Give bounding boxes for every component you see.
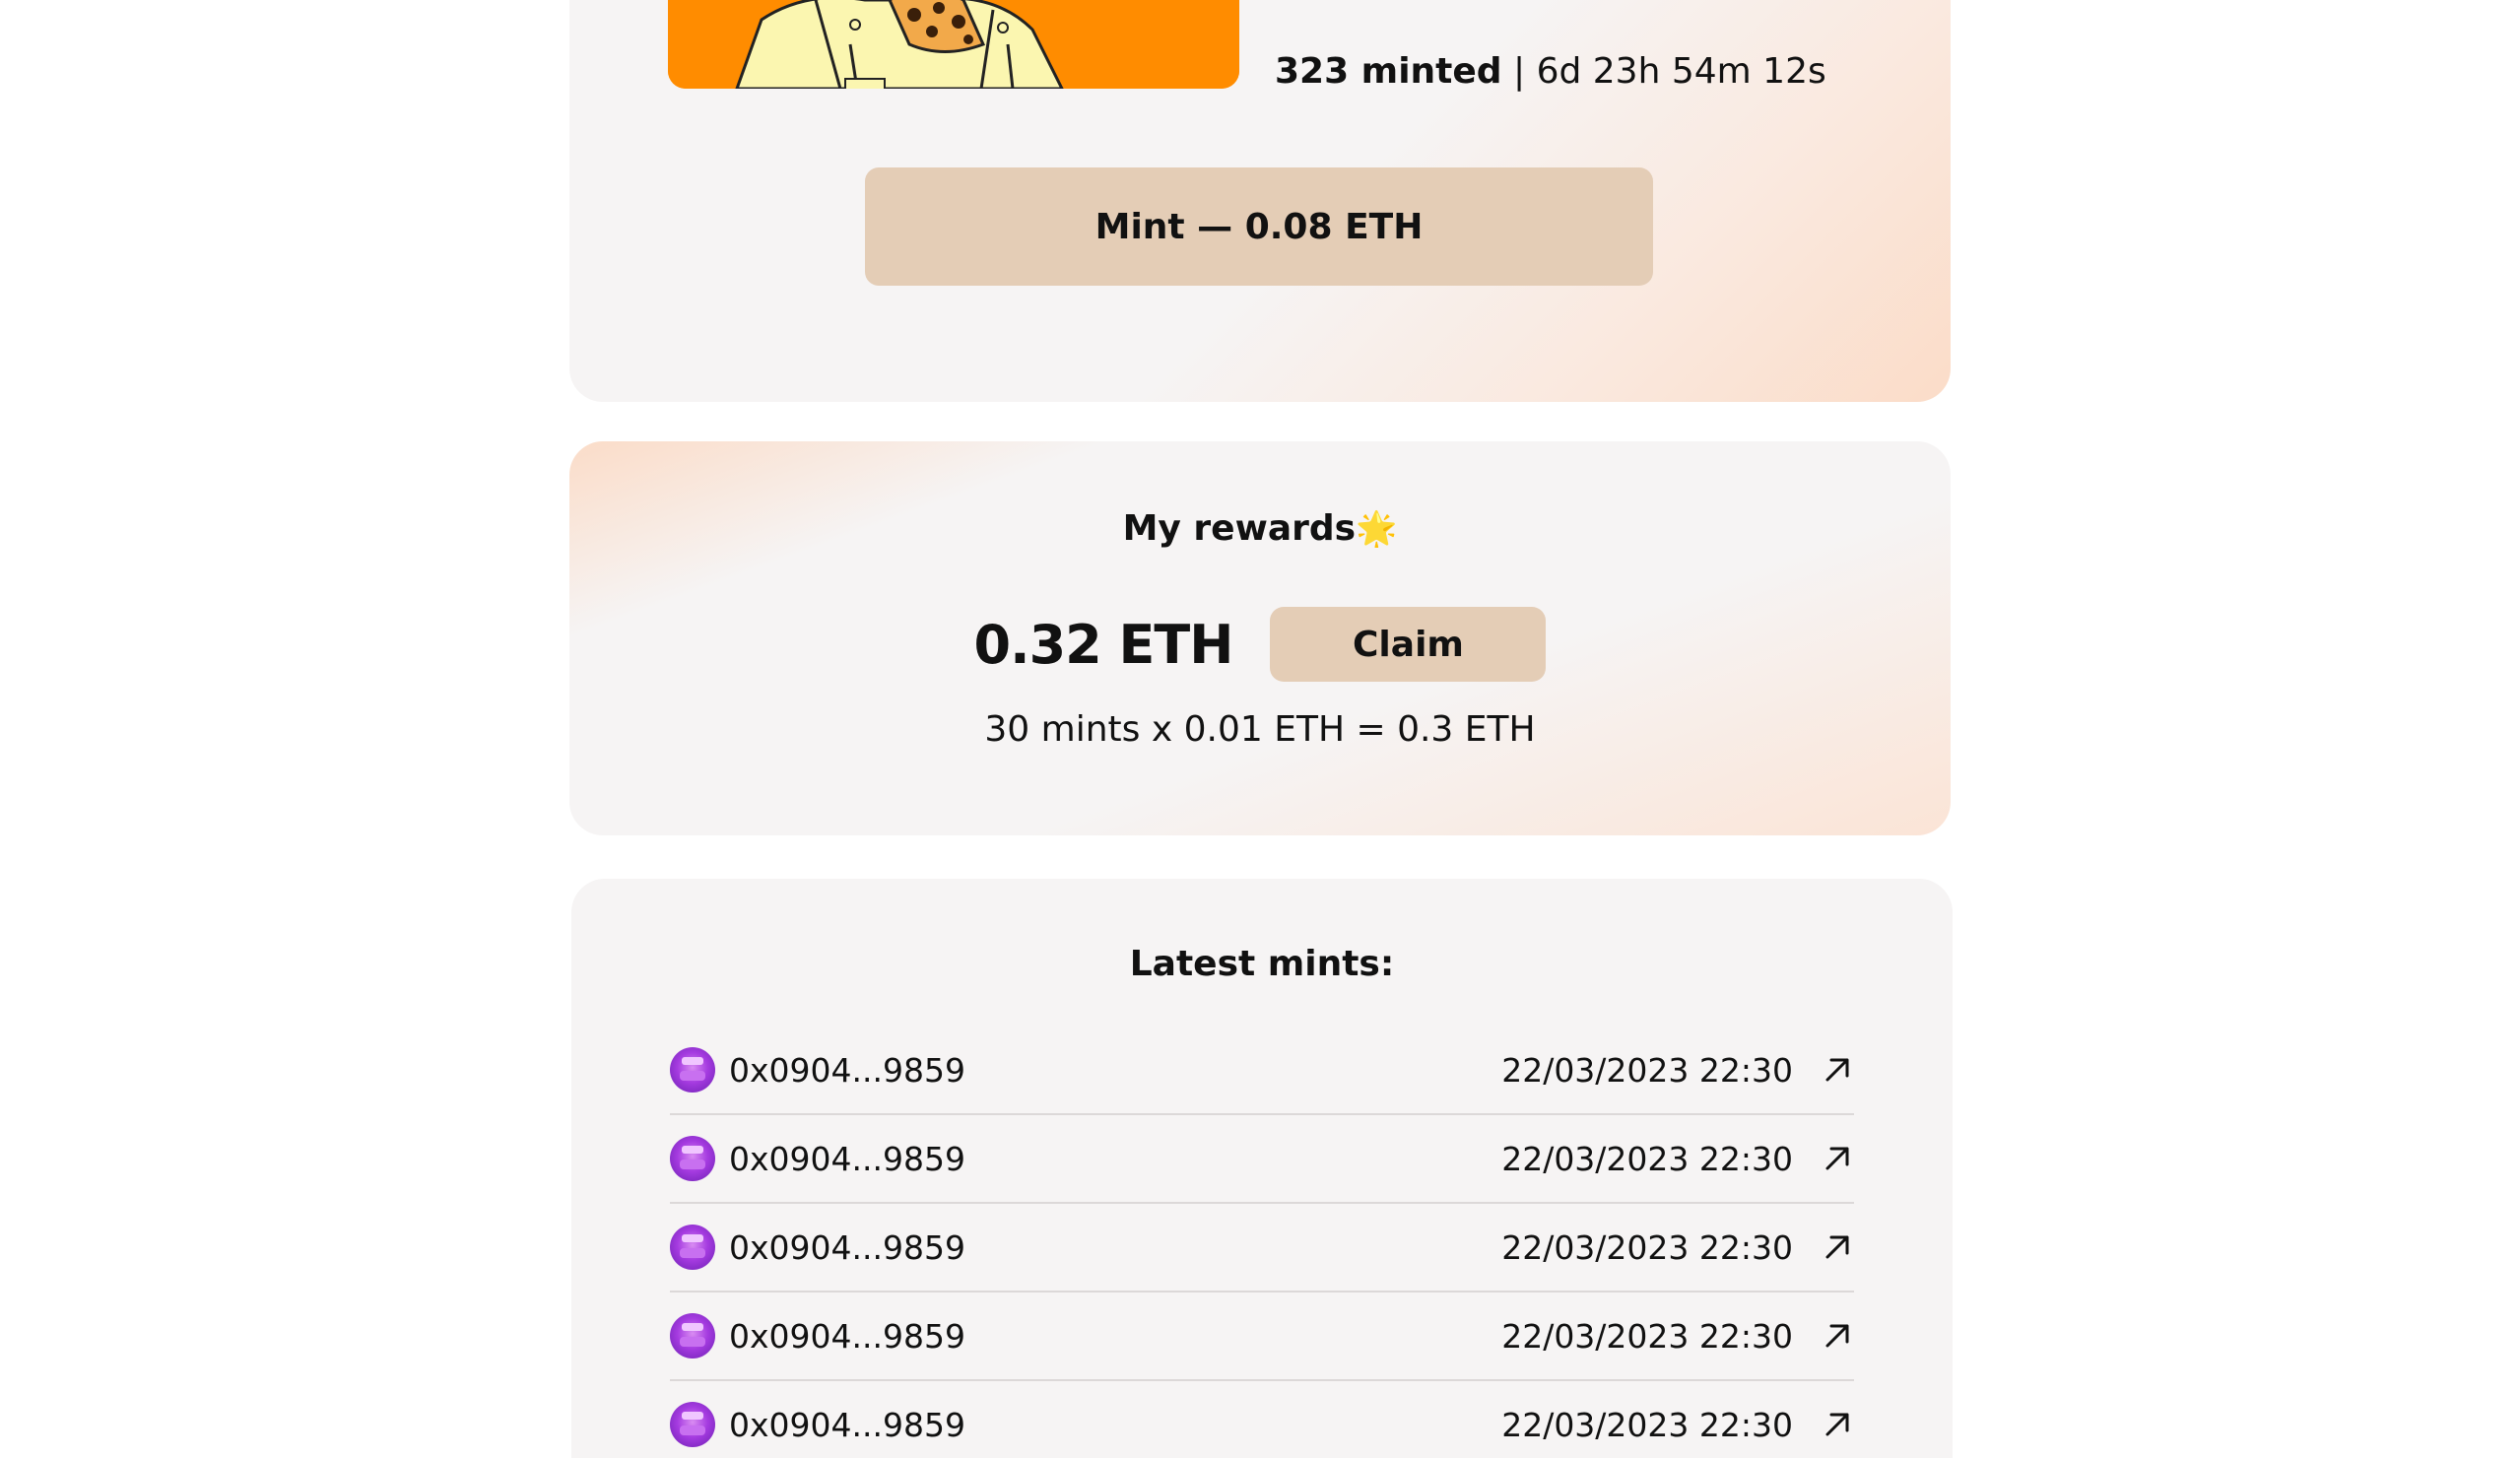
countdown-timer: 6d 23h 54m 12s <box>1536 51 1826 92</box>
wallet-address: 0x0904...9859 <box>729 1139 965 1178</box>
rewards-title-text: My rewards <box>1122 508 1357 549</box>
nft-artwork-image <box>668 0 1239 89</box>
mint-row: 0x0904...9859 22/03/2023 22:30 <box>670 1027 1854 1115</box>
mint-stats: 323 minted | 6d 23h 54m 12s <box>1275 51 1826 92</box>
mint-date: 22/03/2023 22:30 <box>1501 1050 1793 1090</box>
mint-date: 22/03/2023 22:30 <box>1501 1227 1793 1267</box>
wallet-address: 0x0904...9859 <box>729 1227 965 1267</box>
wallet-avatar-icon <box>670 1402 715 1447</box>
wallet-address: 0x0904...9859 <box>729 1050 965 1090</box>
mint-row: 0x0904...9859 22/03/2023 22:30 <box>670 1115 1854 1204</box>
reward-formula: 30 mints x 0.01 ETH = 0.3 ETH <box>984 709 1536 750</box>
mint-row: 0x0904...9859 22/03/2023 22:30 <box>670 1204 1854 1292</box>
rewards-card: My rewards🌟 0.32 ETH Claim 30 mints x 0.… <box>569 441 1951 835</box>
latest-mints-card: Latest mints: 0x0904...9859 22/03/2023 2… <box>571 879 1953 1458</box>
mint-list: 0x0904...9859 22/03/2023 22:30 0x0904...… <box>670 1027 1854 1458</box>
stats-separator: | <box>1501 51 1537 92</box>
arrow-up-right-icon[interactable] <box>1821 1408 1854 1441</box>
wallet-avatar-icon <box>670 1047 715 1093</box>
wallet-avatar-icon <box>670 1225 715 1270</box>
arrow-up-right-icon[interactable] <box>1821 1319 1854 1353</box>
arrow-up-right-icon[interactable] <box>1821 1230 1854 1264</box>
nft-character-illustration <box>668 0 1239 89</box>
claim-button[interactable]: Claim <box>1270 607 1547 682</box>
arrow-up-right-icon[interactable] <box>1821 1142 1854 1175</box>
mint-date: 22/03/2023 22:30 <box>1501 1139 1793 1178</box>
reward-row: 0.32 ETH Claim <box>569 607 1951 682</box>
latest-mints-title: Latest mints: <box>1129 944 1395 984</box>
mint-row: 0x0904...9859 22/03/2023 22:30 <box>670 1292 1854 1381</box>
mint-date: 22/03/2023 22:30 <box>1501 1405 1793 1444</box>
wallet-address: 0x0904...9859 <box>729 1405 965 1444</box>
sparkle-icon: 🌟 <box>1356 509 1398 549</box>
mint-date: 22/03/2023 22:30 <box>1501 1316 1793 1356</box>
reward-amount: 0.32 ETH <box>973 613 1234 676</box>
rewards-title: My rewards🌟 <box>569 508 1951 549</box>
mint-card: 323 minted | 6d 23h 54m 12s Mint — 0.08 … <box>569 0 1951 402</box>
wallet-address: 0x0904...9859 <box>729 1316 965 1356</box>
wallet-avatar-icon <box>670 1136 715 1181</box>
page: 323 minted | 6d 23h 54m 12s Mint — 0.08 … <box>0 0 2520 1458</box>
mint-row: 0x0904...9859 22/03/2023 22:30 <box>670 1381 1854 1458</box>
mint-button[interactable]: Mint — 0.08 ETH <box>865 167 1653 286</box>
wallet-avatar-icon <box>670 1313 715 1359</box>
arrow-up-right-icon[interactable] <box>1821 1053 1854 1087</box>
minted-count: 323 minted <box>1275 51 1502 92</box>
